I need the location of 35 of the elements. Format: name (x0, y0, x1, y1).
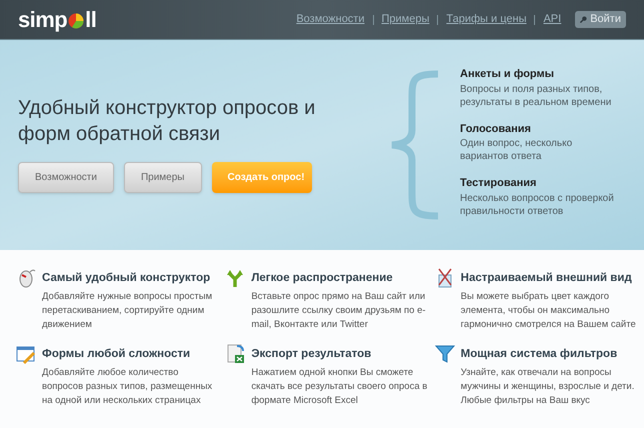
feature-title: Экспорт результатов (251, 347, 372, 362)
nav-link[interactable]: Возможности (296, 11, 364, 28)
feature-description: Добавляйте нужные вопросы простым перетаскиванием, сортируйте одним движением (42, 290, 214, 332)
feature-title: Настраиваемый внешний вид (460, 271, 633, 286)
survey-type-description: Вопросы и поля разных типов, результаты в реальном времени (460, 82, 612, 108)
pencil-form-icon (16, 344, 36, 364)
nav-link[interactable]: Тарифы и цены (446, 11, 526, 28)
logo-text: ll (85, 6, 96, 34)
key-icon (580, 16, 588, 23)
feature-title: Легкое распространение (251, 271, 394, 286)
survey-type-title: Голосования (460, 122, 532, 136)
feature-description: Узнайте, как отвечали на вопросы мужчины и женщины, взрослые и дети. Любые фильтры на Ваш вкус (460, 366, 636, 408)
secondary-button[interactable]: Возможности (18, 162, 114, 193)
feature-description: Вставьте опрос прямо на Ваш сайт или разошлите ссылку своим друзьям по e-mail, Вконтакте или Twitter (251, 290, 427, 332)
feature-title: Мощная система фильтров (460, 347, 618, 362)
feature-title: Самый удобный конструктор (42, 271, 212, 286)
hero-title: Удобный конструктор опросов и форм обратной связи (18, 96, 316, 147)
feature-title: Формы любой сложности (42, 347, 192, 362)
spreadsheet-export-icon (225, 344, 246, 364)
curly-brace-icon (390, 70, 440, 220)
survey-type-description: Один вопрос, несколько вариантов ответа (460, 137, 574, 163)
nav-link[interactable]: API (543, 11, 562, 28)
logo-text: simp (18, 6, 68, 34)
funnel-icon (434, 344, 455, 364)
feature-description: Добавляйте любое количество вопросов разных типов, размещенных на одной или нескольких страницах (42, 366, 214, 408)
feature-description: Вы можете выбрать цвет каждого элемента, чтобы он максимально гармонично смотрелся на Вашем сайте (460, 290, 637, 332)
survey-type-description: Несколько вопросов с проверкой правильности ответов (460, 192, 615, 218)
secondary-button[interactable]: Примеры (124, 162, 202, 193)
forked-arrows-icon (225, 268, 246, 288)
feature-description: Нажатием одной кнопки Вы сможете скачать все результаты своего опроса в формате Microsoft Excel (251, 366, 428, 408)
survey-type-title: Тестирования (460, 176, 538, 191)
login-button[interactable]: Войти (575, 11, 626, 28)
nav-link[interactable]: Примеры (382, 11, 430, 28)
survey-type-title: Анкеты и формы (460, 67, 556, 82)
pie-chart-icon (68, 13, 84, 29)
